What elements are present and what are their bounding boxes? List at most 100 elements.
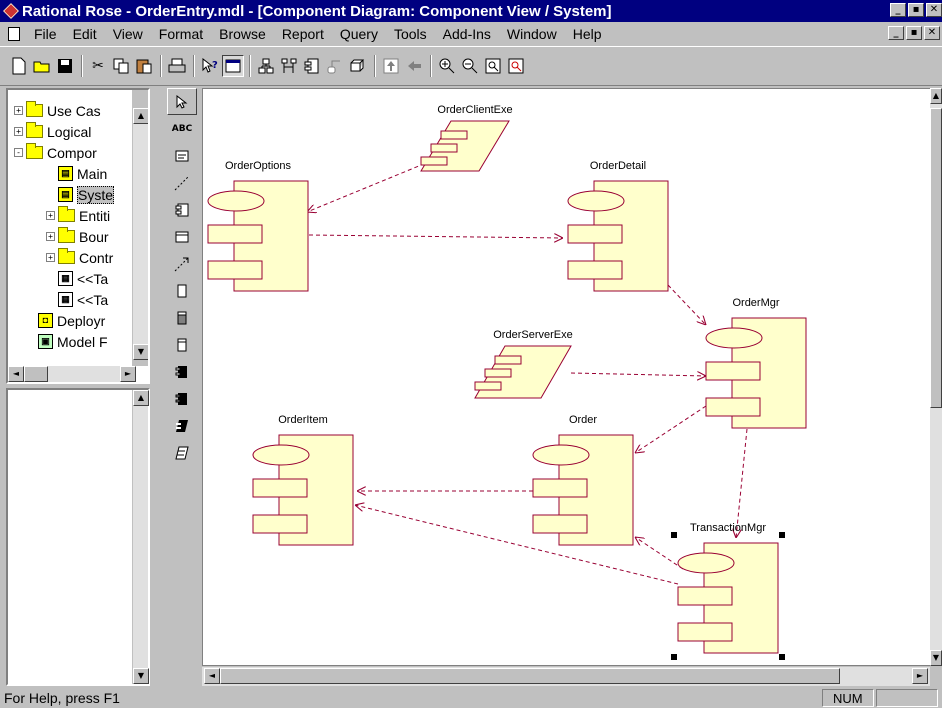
expand-icon[interactable]: + — [14, 127, 23, 136]
documentation-pane[interactable]: ▲ ▼ — [6, 388, 150, 686]
package-spec-icon[interactable] — [167, 358, 197, 385]
canvas-vertical-scrollbar[interactable]: ▲ ▼ — [930, 88, 942, 666]
scroll-up-button[interactable]: ▲ — [133, 390, 149, 406]
package-icon[interactable] — [167, 196, 197, 223]
menu-add-ins[interactable]: Add-Ins — [435, 26, 499, 42]
menu-file[interactable]: File — [26, 26, 65, 42]
print-icon[interactable] — [166, 55, 188, 77]
scroll-down-button[interactable]: ▼ — [133, 344, 148, 360]
menu-edit[interactable]: Edit — [65, 26, 105, 42]
component-OrderClientExe[interactable]: OrderClientExe — [420, 104, 513, 172]
browse-component-diagram-icon[interactable] — [301, 55, 323, 77]
subprogram-body-icon[interactable] — [167, 304, 197, 331]
undo-fit-icon[interactable] — [505, 55, 527, 77]
dependency-OrderDetail-to-OrderMgr[interactable] — [667, 284, 706, 325]
scroll-up-button[interactable]: ▲ — [133, 108, 148, 124]
component-OrderDetail[interactable]: OrderDetail — [567, 160, 669, 292]
task-body-icon[interactable] — [167, 439, 197, 466]
selection-handle[interactable] — [671, 532, 677, 538]
menu-query[interactable]: Query — [332, 26, 386, 42]
zoom-out-icon[interactable] — [459, 55, 481, 77]
browse-state-diagram-icon[interactable] — [324, 55, 346, 77]
tree-item-use-case-view[interactable]: + Use Cas — [8, 100, 136, 121]
component-TransactionMgr[interactable]: TransactionMgr — [671, 522, 785, 660]
view-documentation-icon[interactable] — [222, 55, 244, 77]
scroll-left-button[interactable]: ◄ — [204, 668, 220, 684]
tree-item-component-view[interactable]: - Compor — [8, 142, 136, 163]
tree-item-logical-view[interactable]: + Logical — [8, 121, 136, 142]
dependency-OrderMgr-to-Order[interactable] — [635, 405, 707, 453]
diagram-canvas[interactable]: OrderClientExe OrderOptions OrderDetail Ord… — [202, 88, 932, 666]
component-diagram[interactable]: OrderClientExe OrderOptions OrderDetail Ord… — [203, 89, 931, 665]
document-window-icon[interactable] — [8, 27, 20, 41]
browse-deployment-diagram-icon[interactable] — [347, 55, 369, 77]
expand-icon[interactable]: + — [14, 106, 23, 115]
scroll-right-button[interactable]: ► — [912, 668, 928, 684]
fit-in-window-icon[interactable] — [482, 55, 504, 77]
browser-horizontal-scrollbar[interactable]: ◄ ► — [8, 366, 136, 382]
menu-browse[interactable]: Browse — [211, 26, 274, 42]
browse-interaction-diagram-icon[interactable] — [278, 55, 300, 77]
scroll-thumb[interactable] — [930, 108, 942, 408]
selection-handle[interactable] — [671, 654, 677, 660]
dependency-OrderClientExe-to-OrderOptions[interactable] — [307, 160, 432, 212]
tree-item-deployment-view[interactable]: ◘ Deployr — [8, 310, 136, 331]
doc-close-button[interactable]: ✕ — [924, 26, 940, 40]
cut-icon[interactable]: ✂ — [87, 55, 109, 77]
browser-vertical-scrollbar[interactable]: ▲ ▼ — [132, 90, 148, 366]
canvas-horizontal-scrollbar[interactable]: ◄ ► — [202, 666, 930, 686]
component-Order[interactable]: Order — [532, 414, 634, 546]
menu-help[interactable]: Help — [565, 26, 610, 42]
component-icon[interactable] — [167, 223, 197, 250]
copy-icon[interactable] — [110, 55, 132, 77]
main-program-icon[interactable] — [167, 331, 197, 358]
doc-minimize-button[interactable]: _ — [888, 26, 904, 40]
tree-item-controls[interactable]: + Contr — [8, 247, 136, 268]
dependency-OrderServerExe-to-OrderMgr[interactable] — [570, 373, 706, 376]
subprogram-spec-icon[interactable] — [167, 277, 197, 304]
new-icon[interactable] — [8, 55, 30, 77]
component-OrderOptions[interactable]: OrderOptions — [207, 160, 309, 292]
browse-parent-icon[interactable] — [380, 55, 402, 77]
menu-view[interactable]: View — [105, 26, 151, 42]
tree-item-task-2[interactable]: ▦ <<Ta — [8, 289, 136, 310]
component-OrderServerExe[interactable]: OrderServerExe — [474, 329, 573, 399]
scroll-track[interactable] — [133, 124, 148, 344]
tree-item-entities[interactable]: + Entiti — [8, 205, 136, 226]
package-body-icon[interactable] — [167, 385, 197, 412]
tree-item-task-1[interactable]: ▦ <<Ta — [8, 268, 136, 289]
dependency-icon[interactable] — [167, 250, 197, 277]
doc-restore-button[interactable]: ▪ — [906, 26, 922, 40]
title-bar[interactable]: Rational Rose - OrderEntry.mdl - [Compon… — [0, 0, 942, 22]
note-icon[interactable] — [167, 142, 197, 169]
task-spec-icon[interactable] — [167, 412, 197, 439]
scroll-up-button[interactable]: ▲ — [930, 88, 942, 104]
selection-icon[interactable] — [167, 88, 197, 115]
model-browser[interactable]: + Use Cas + Logical - Compor ▤ Main ▤ Sy… — [6, 88, 150, 384]
save-icon[interactable] — [54, 55, 76, 77]
maximize-button[interactable]: ▪ — [908, 3, 924, 17]
paste-icon[interactable] — [133, 55, 155, 77]
anchor-note-icon[interactable] — [167, 169, 197, 196]
tree-item-main-diagram[interactable]: ▤ Main — [8, 163, 136, 184]
menu-tools[interactable]: Tools — [386, 26, 435, 42]
component-OrderMgr[interactable]: OrderMgr — [705, 297, 807, 429]
expand-icon[interactable]: + — [46, 253, 55, 262]
collapse-icon[interactable]: - — [14, 148, 23, 157]
dependency-OrderOptions-to-OrderDetail[interactable] — [308, 235, 563, 238]
tree-item-model-properties[interactable]: ▣ Model F — [8, 331, 136, 352]
browse-previous-icon[interactable] — [403, 55, 425, 77]
text-icon[interactable]: ABC — [167, 115, 197, 142]
scroll-down-button[interactable]: ▼ — [133, 668, 149, 684]
open-icon[interactable] — [31, 55, 53, 77]
menu-report[interactable]: Report — [274, 26, 332, 42]
selection-handle[interactable] — [779, 532, 785, 538]
scroll-left-button[interactable]: ◄ — [8, 366, 24, 382]
expand-icon[interactable]: + — [46, 211, 55, 220]
scroll-down-button[interactable]: ▼ — [930, 650, 942, 666]
component-OrderItem[interactable]: OrderItem — [252, 414, 354, 546]
menu-window[interactable]: Window — [499, 26, 565, 42]
scroll-right-button[interactable]: ► — [120, 366, 136, 382]
dependency-TransactionMgr-to-Order[interactable] — [635, 537, 684, 570]
expand-icon[interactable]: + — [46, 232, 55, 241]
